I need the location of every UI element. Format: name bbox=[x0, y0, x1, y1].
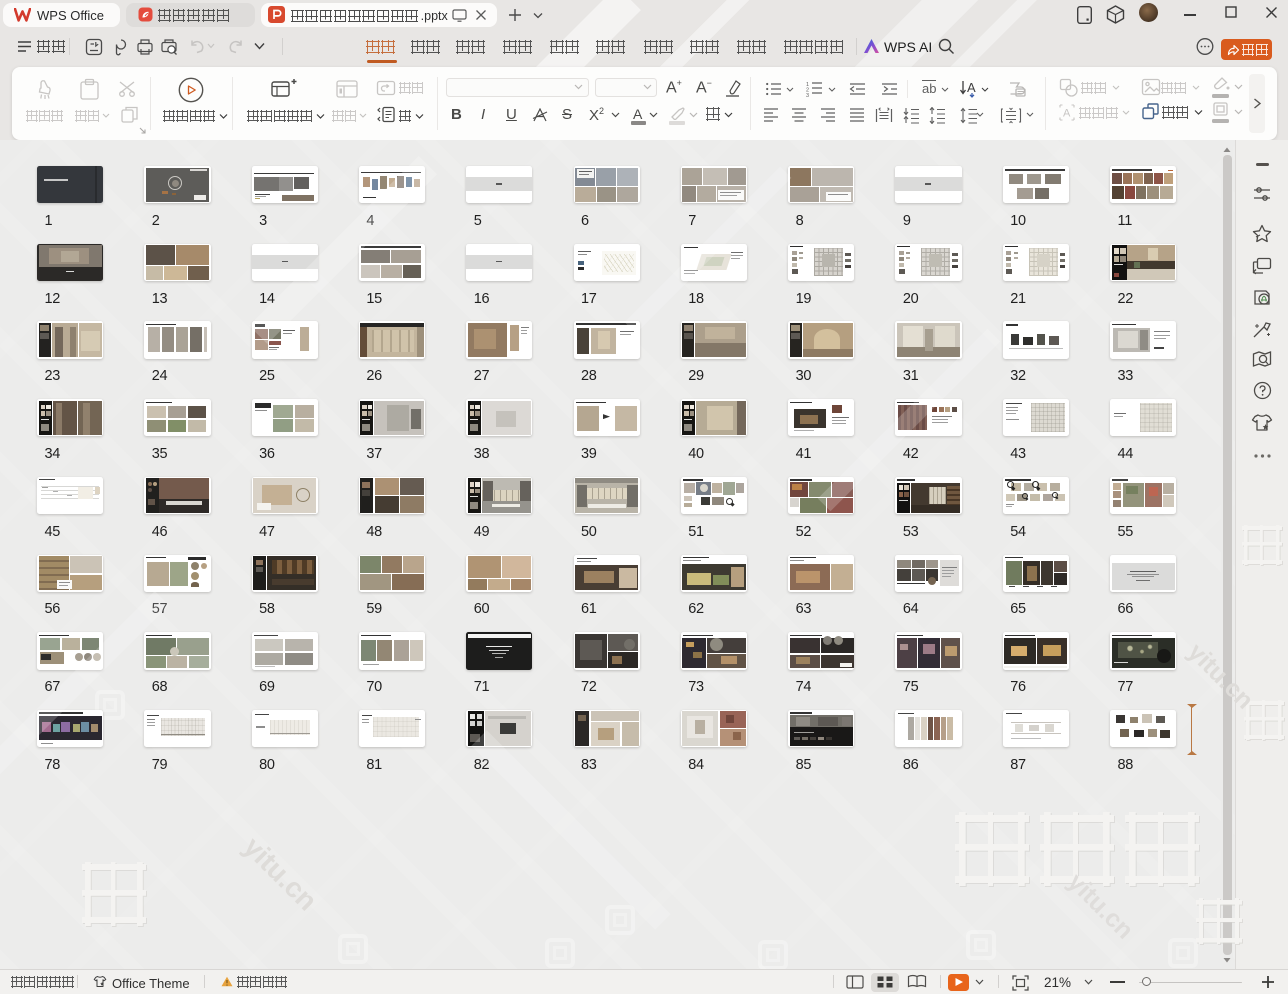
svg-text:3: 3 bbox=[806, 93, 809, 97]
svg-text:A: A bbox=[967, 80, 976, 95]
svg-text:A: A bbox=[1063, 108, 1071, 120]
